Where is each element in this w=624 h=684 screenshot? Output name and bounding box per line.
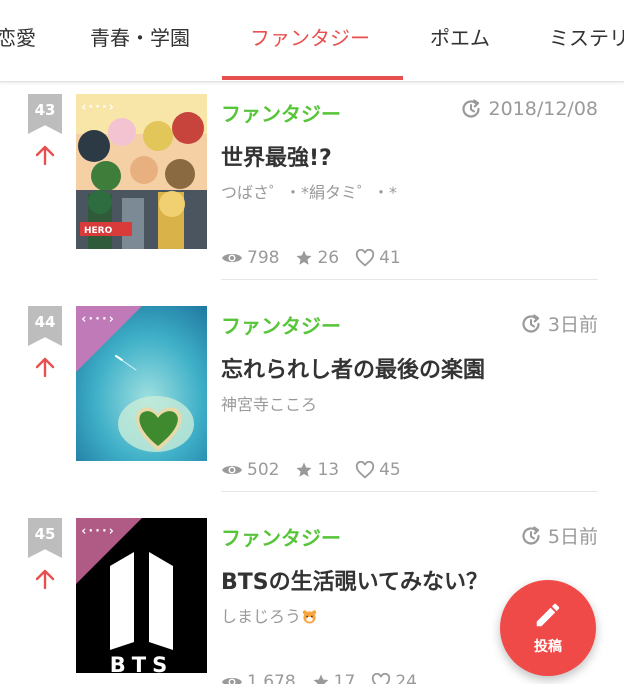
stars-count: 17: [333, 672, 356, 684]
heart-icon: [372, 673, 391, 684]
list-item[interactable]: 44 ‹···› ファンタジー 3日前 忘れられし者の最後の楽園 神宮寺こころ …: [0, 294, 624, 506]
views-count: 502: [247, 460, 280, 480]
history-icon: [522, 525, 540, 545]
views-count: 1,678: [247, 672, 296, 684]
tab-romance[interactable]: 恋愛: [0, 22, 36, 51]
rank-badge: 43: [28, 94, 62, 134]
star-icon: [296, 250, 312, 265]
story-stats: 502 13 45: [221, 460, 413, 480]
fab-label: 投稿: [534, 639, 562, 655]
active-tab-indicator: [222, 76, 403, 80]
author-name[interactable]: つばさ゜・*絹タミ゜・*: [221, 179, 397, 203]
date-text: 5日前: [547, 526, 598, 548]
heart-icon: [356, 461, 375, 479]
update-date: 5日前: [520, 522, 598, 549]
likes-count: 41: [379, 248, 401, 268]
code-icon: ‹···›: [80, 524, 115, 539]
stars-count: 13: [317, 460, 340, 480]
arrow-up-icon: [35, 569, 55, 590]
author-name[interactable]: しまじろう: [221, 603, 317, 627]
bts-logo-text: BTS: [110, 653, 173, 673]
genre-label: ファンタジー: [221, 102, 341, 126]
history-icon: [522, 313, 540, 333]
svg-text:HERO: HERO: [84, 226, 113, 236]
eye-icon: [222, 465, 242, 475]
likes-count: 24: [395, 672, 417, 684]
tab-youth-school[interactable]: 青春・学園: [90, 22, 190, 51]
likes-stat: 24: [371, 672, 417, 684]
stars-stat: 26: [295, 248, 339, 268]
stars-count: 26: [317, 248, 340, 268]
eye-icon: [222, 253, 242, 263]
likes-count: 45: [379, 460, 401, 480]
divider: [221, 491, 598, 492]
date-text: 2018/12/08: [488, 98, 598, 120]
cover-image[interactable]: BTS ‹···›: [76, 518, 207, 673]
code-icon: ‹···›: [80, 100, 115, 115]
tab-fantasy[interactable]: ファンタジー: [250, 22, 370, 51]
update-date: 3日前: [520, 310, 598, 337]
story-title[interactable]: 世界最強!?: [221, 140, 332, 172]
tab-poem[interactable]: ポエム: [430, 22, 490, 51]
story-stats: 1,678 17 24: [221, 672, 429, 684]
date-text: 3日前: [547, 314, 598, 336]
arrow-up-icon: [35, 357, 55, 378]
star-icon: [313, 674, 329, 684]
eye-icon: [222, 677, 242, 684]
cover-image[interactable]: HERO ‹···›: [76, 94, 207, 249]
arrow-up-icon: [35, 145, 55, 166]
rank-badge: 45: [28, 518, 62, 558]
views-count: 798: [247, 248, 280, 268]
heart-icon: [356, 249, 375, 267]
rank-badge: 44: [28, 306, 62, 346]
stars-stat: 13: [295, 460, 339, 480]
stars-stat: 17: [312, 672, 356, 684]
story-title[interactable]: 忘れられし者の最後の楽園: [221, 352, 485, 384]
cover-image[interactable]: ‹···›: [76, 306, 207, 461]
genre-label: ファンタジー: [221, 526, 341, 550]
divider: [221, 279, 598, 280]
pencil-icon: [536, 603, 560, 627]
code-icon: ‹···›: [80, 312, 115, 327]
post-fab-button[interactable]: 投稿: [500, 580, 596, 676]
likes-stat: 45: [355, 460, 401, 480]
author-name[interactable]: 神宮寺こころ: [221, 391, 317, 415]
views-stat: 502: [221, 460, 279, 480]
views-stat: 798: [221, 248, 279, 268]
story-stats: 798 26 41: [221, 248, 413, 268]
genre-label: ファンタジー: [221, 314, 341, 338]
update-date: 2018/12/08: [460, 98, 598, 120]
category-tab-bar: 恋愛 青春・学園 ファンタジー ポエム ミステリ: [0, 0, 624, 82]
history-icon: [462, 99, 481, 118]
star-icon: [296, 462, 312, 477]
list-item[interactable]: 43 HERO ‹···› ファンタジー 2018/12/08 世界最強!? つ…: [0, 82, 624, 294]
tab-mystery[interactable]: ミステリ: [549, 22, 624, 51]
author-text: しまじろう: [221, 607, 302, 626]
views-stat: 1,678: [221, 672, 296, 684]
likes-stat: 41: [355, 248, 401, 268]
tiger-face-icon: [302, 610, 317, 624]
story-title[interactable]: BTSの生活覗いてみない？: [221, 564, 488, 596]
